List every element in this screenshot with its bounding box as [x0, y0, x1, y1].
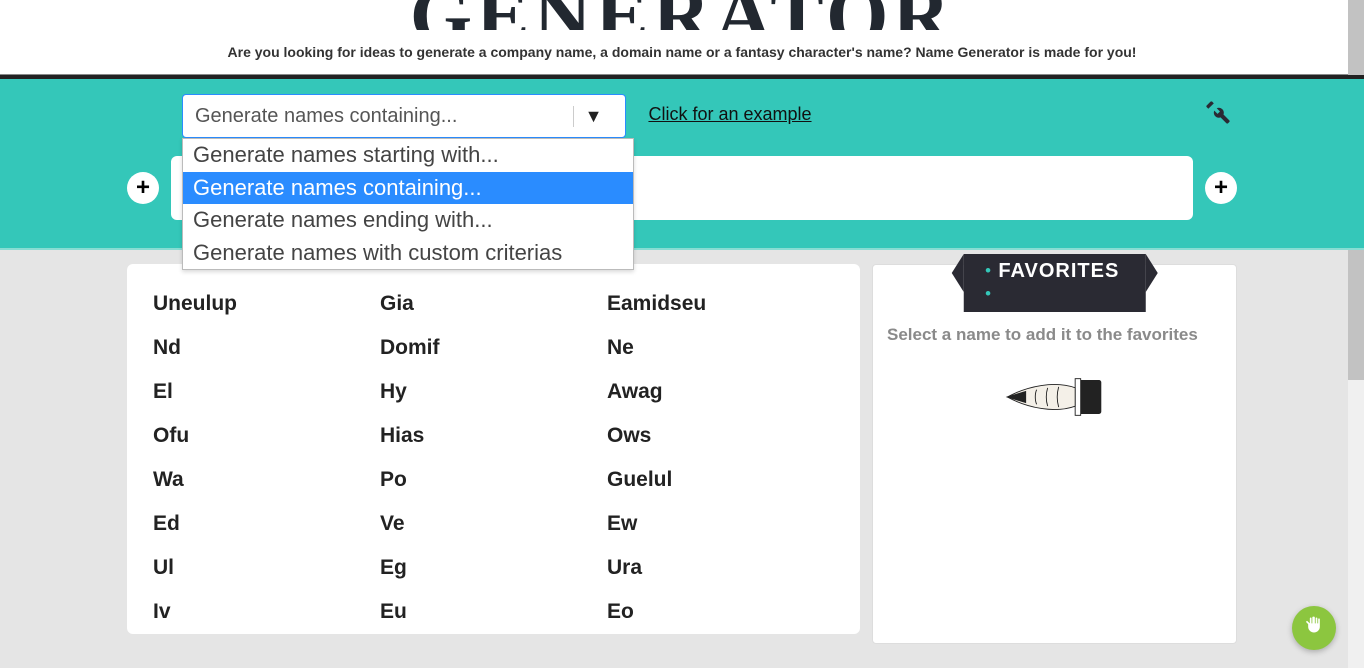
- add-left-button[interactable]: +: [127, 172, 159, 204]
- name-result[interactable]: Ed: [153, 512, 380, 536]
- name-result[interactable]: Iv: [153, 600, 380, 624]
- tools-icon[interactable]: [1204, 99, 1232, 134]
- name-result[interactable]: Hias: [380, 424, 607, 448]
- name-result[interactable]: Ura: [607, 556, 834, 580]
- mode-option-ending[interactable]: Generate names ending with...: [183, 204, 633, 237]
- mode-option-starting[interactable]: Generate names starting with...: [183, 139, 633, 172]
- pointing-hand-icon: [887, 367, 1222, 440]
- favorites-title-badge: • FAVORITES •: [963, 254, 1146, 312]
- add-right-button[interactable]: +: [1205, 172, 1237, 204]
- name-result[interactable]: Wa: [153, 468, 380, 492]
- plus-icon: +: [1214, 174, 1228, 202]
- name-result[interactable]: Gia: [380, 292, 607, 316]
- example-link[interactable]: Click for an example: [648, 104, 811, 125]
- name-result[interactable]: Nd: [153, 336, 380, 360]
- dot-icon: •: [985, 263, 992, 280]
- hand-raised-icon: [1304, 615, 1324, 641]
- name-result[interactable]: Uneulup: [153, 292, 380, 316]
- name-result[interactable]: Domif: [380, 336, 607, 360]
- chevron-down-icon: ▼: [573, 106, 613, 127]
- search-bar: Generate names containing... ▼ Generate …: [0, 75, 1364, 250]
- mode-option-custom[interactable]: Generate names with custom criterias: [183, 237, 633, 270]
- name-result[interactable]: Ne: [607, 336, 834, 360]
- dot-icon: •: [985, 286, 992, 303]
- name-result[interactable]: Ows: [607, 424, 834, 448]
- tagline: Are you looking for ideas to generate a …: [0, 44, 1364, 60]
- favorites-title: FAVORITES: [998, 260, 1119, 282]
- name-result[interactable]: Awag: [607, 380, 834, 404]
- name-result[interactable]: Guelul: [607, 468, 834, 492]
- help-fab[interactable]: [1292, 606, 1336, 650]
- mode-dropdown-list: Generate names starting with... Generate…: [182, 138, 634, 270]
- name-result[interactable]: Po: [380, 468, 607, 492]
- name-result[interactable]: Eamidseu: [607, 292, 834, 316]
- mode-dropdown-value: Generate names containing...: [195, 105, 573, 128]
- plus-icon: +: [136, 174, 150, 202]
- name-result[interactable]: El: [153, 380, 380, 404]
- name-result[interactable]: Hy: [380, 380, 607, 404]
- name-result[interactable]: Eu: [380, 600, 607, 624]
- name-result[interactable]: Ve: [380, 512, 607, 536]
- name-result[interactable]: Ul: [153, 556, 380, 580]
- mode-dropdown[interactable]: Generate names containing... ▼: [182, 94, 626, 138]
- results-panel: Uneulup Gia Eamidseu Nd Domif Ne El Hy A…: [127, 264, 860, 634]
- favorites-hint: Select a name to add it to the favorites: [887, 325, 1222, 345]
- name-result[interactable]: Ew: [607, 512, 834, 536]
- name-result[interactable]: Eg: [380, 556, 607, 580]
- favorites-panel: Select a name to add it to the favorites: [872, 264, 1237, 644]
- name-result[interactable]: Ofu: [153, 424, 380, 448]
- name-result[interactable]: Eo: [607, 600, 834, 624]
- header: GENERATOR Are you looking for ideas to g…: [0, 0, 1364, 75]
- mode-option-containing[interactable]: Generate names containing...: [183, 172, 633, 205]
- site-logo: GENERATOR: [0, 0, 1364, 30]
